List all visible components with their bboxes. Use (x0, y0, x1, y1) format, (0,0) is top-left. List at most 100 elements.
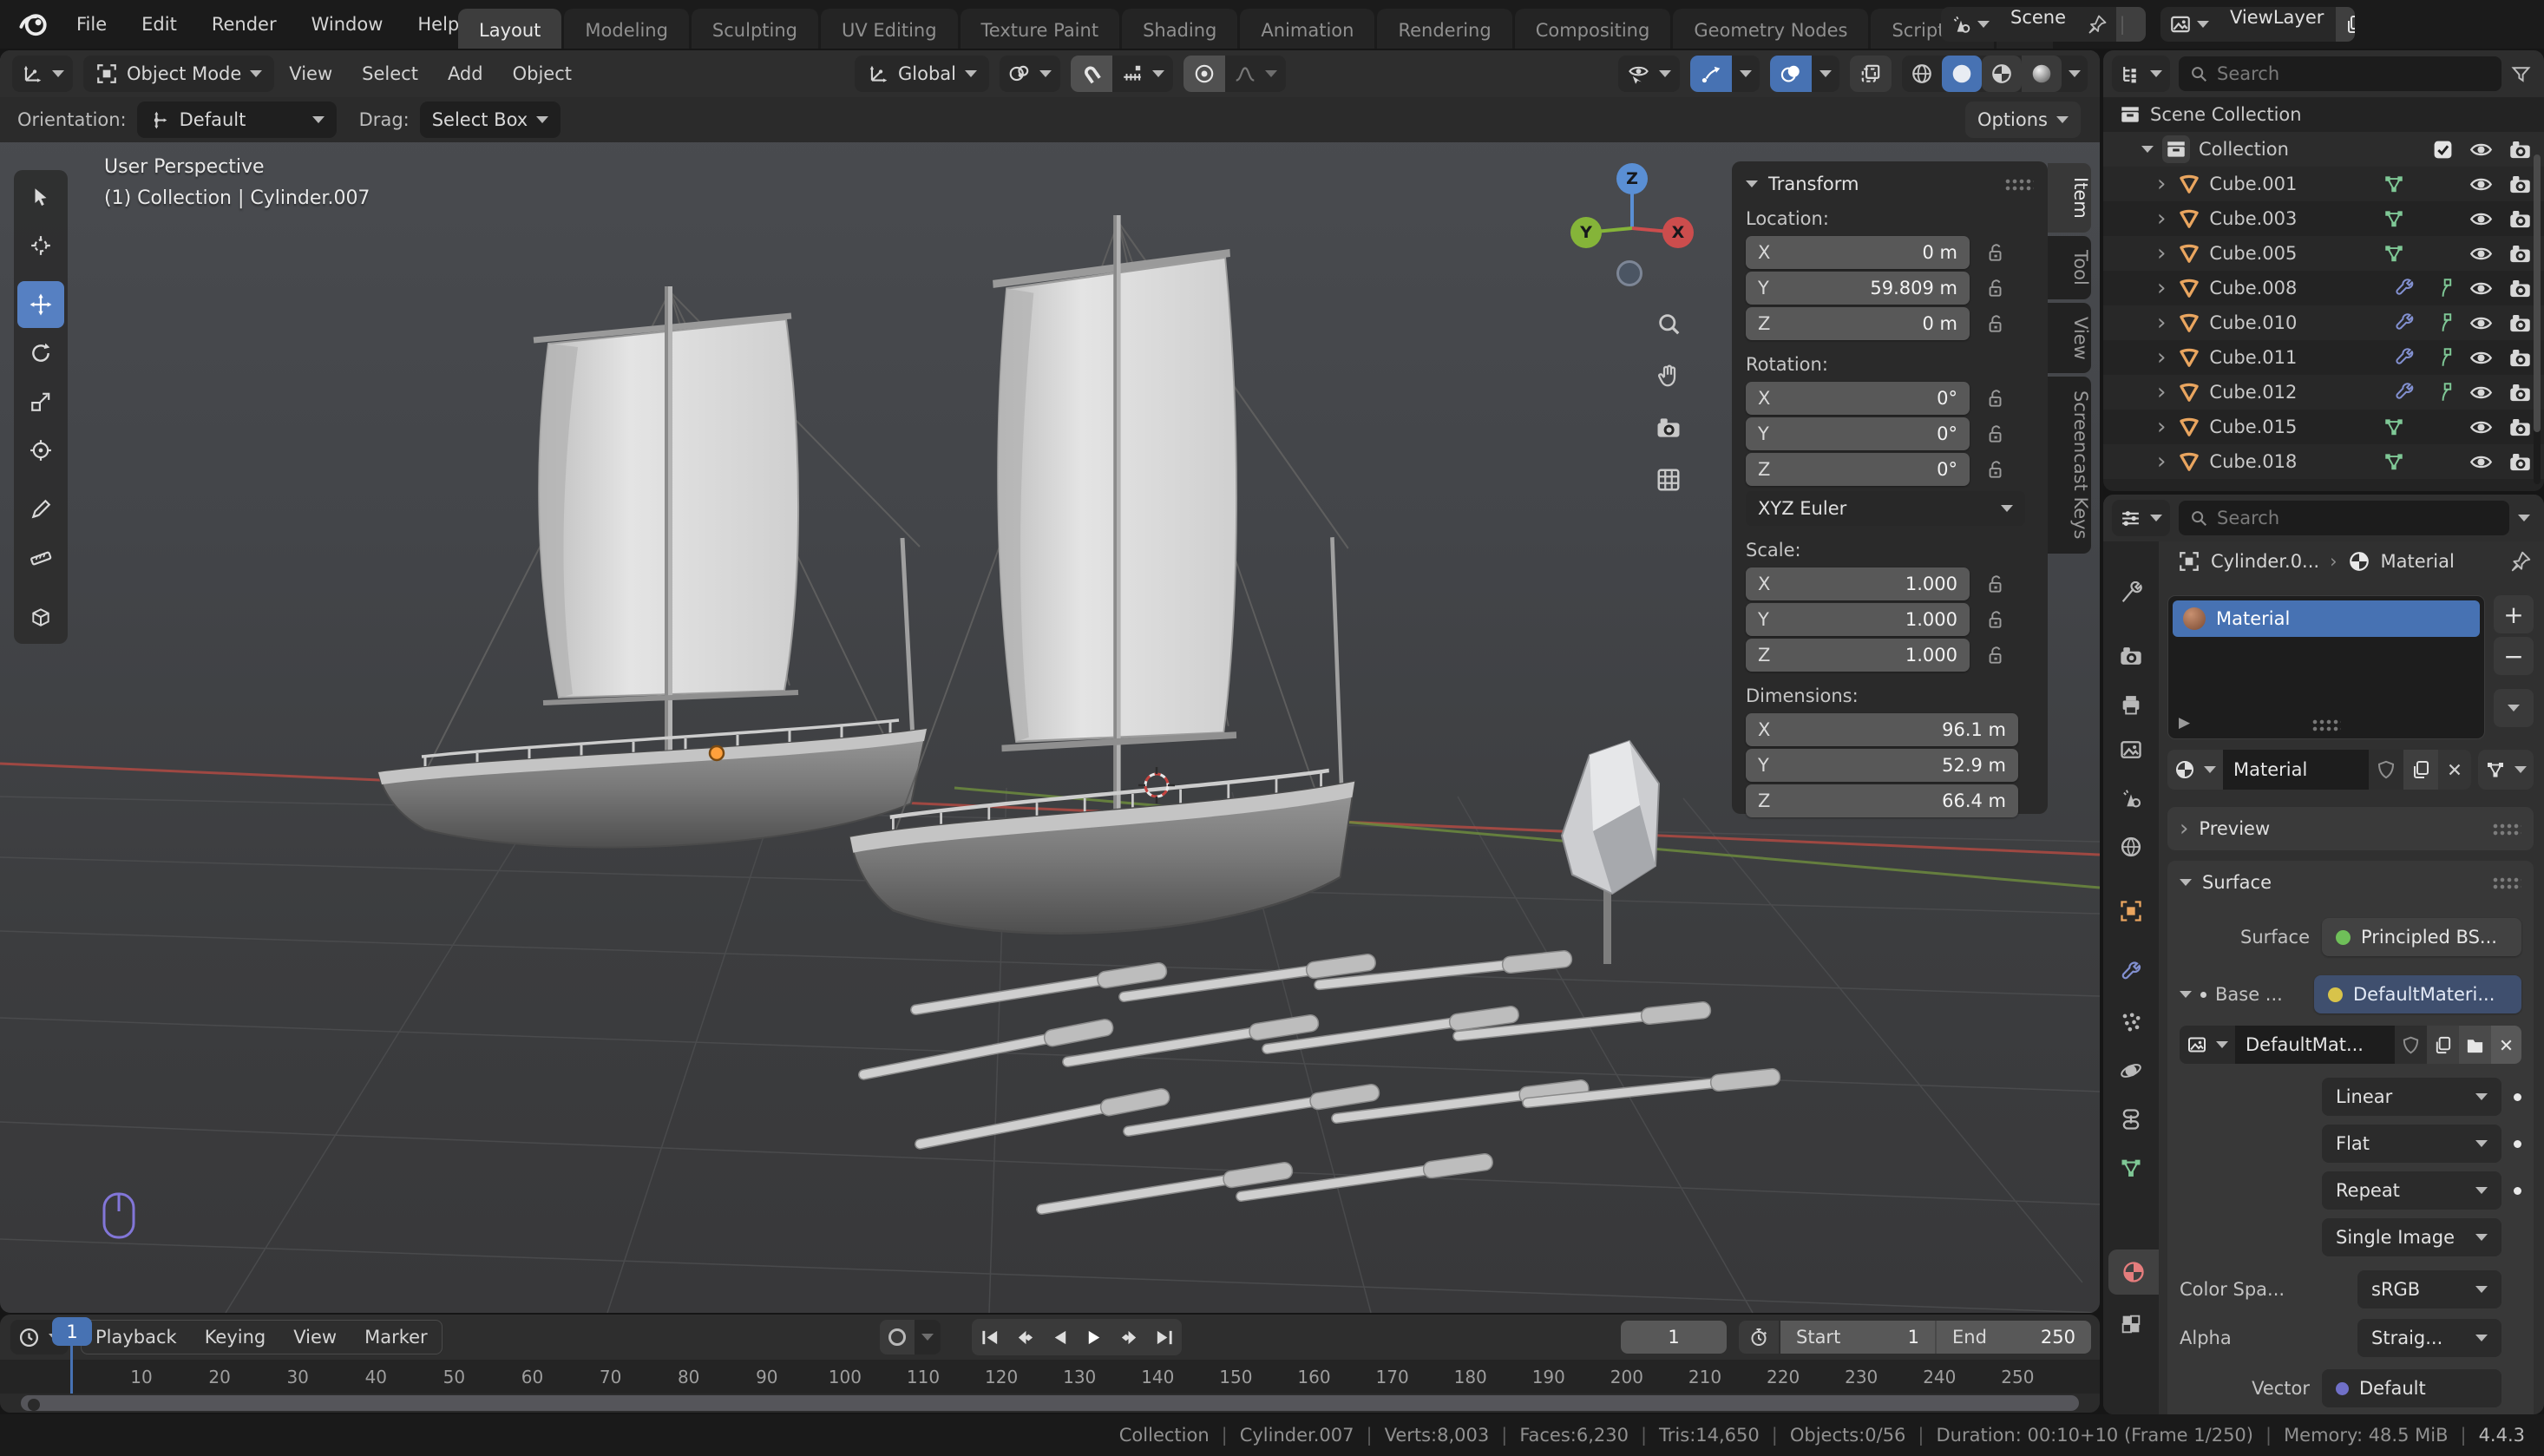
image-name-field[interactable]: DefaultMat... (2235, 1026, 2395, 1064)
number-field[interactable]: Y 1.000 (1746, 603, 1970, 636)
pin-icon[interactable] (2509, 550, 2532, 573)
cursor-tool[interactable] (17, 222, 64, 269)
gizmo-y-axis[interactable]: Y (1570, 217, 1602, 248)
expand-icon[interactable]: › (2157, 242, 2166, 265)
number-field[interactable]: X 96.1 m (1746, 713, 2018, 746)
lock-icon[interactable] (1983, 458, 2006, 481)
number-field[interactable]: Y 0° (1746, 417, 1970, 450)
number-field[interactable]: Y 59.809 m (1746, 272, 1970, 305)
outliner-scrollbar[interactable] (2534, 154, 2541, 484)
jump-to-start-button[interactable] (974, 1321, 1006, 1354)
menu-item[interactable]: Window (294, 0, 401, 49)
tab-physics[interactable] (2103, 1048, 2159, 1093)
xray-toggle[interactable] (1850, 56, 1892, 92)
drag-grip-icon[interactable] (2004, 178, 2034, 191)
extension-dropdown[interactable]: Repeat (2322, 1171, 2501, 1210)
chevron-down-icon[interactable] (2518, 515, 2530, 521)
slot-specials-button[interactable] (2494, 689, 2534, 727)
outliner-search[interactable] (2179, 56, 2501, 91)
camera-icon[interactable] (2508, 173, 2532, 196)
jump-to-end-button[interactable] (1147, 1321, 1180, 1354)
menu-item[interactable]: Edit (124, 0, 194, 49)
collapse-icon[interactable] (2141, 146, 2154, 153)
list-resize-grip[interactable] (2311, 718, 2341, 731)
unlink-image-button[interactable] (2491, 1026, 2521, 1064)
tab-modifiers[interactable] (2103, 949, 2159, 994)
timeline-tracks[interactable] (0, 1394, 2100, 1413)
animate-dot[interactable] (2514, 1093, 2521, 1101)
tab-constraints[interactable] (2103, 1097, 2159, 1142)
lock-icon[interactable] (1983, 387, 2006, 410)
next-keyframe-button[interactable] (1112, 1321, 1145, 1354)
scene-name[interactable]: Scene (1998, 7, 2078, 42)
outliner-row[interactable]: › Cube.015 (2103, 410, 2544, 444)
rock[interactable] (1562, 741, 1659, 964)
source-dropdown[interactable]: Single Image (2322, 1218, 2501, 1256)
material-slot-selected[interactable]: Material (2173, 600, 2480, 637)
workspace-tab[interactable]: Texture Paint (961, 9, 1120, 49)
n-panel-tab[interactable]: Tool (2048, 236, 2091, 299)
viewport-menu-item[interactable]: View (274, 63, 347, 84)
timeline-ruler[interactable]: 1020304050607080901001101201301401501601… (0, 1360, 2100, 1394)
lock-icon[interactable] (1983, 644, 2006, 666)
camera-icon[interactable] (2508, 450, 2532, 474)
play-reverse-button[interactable] (1043, 1321, 1076, 1354)
gizmo-z-axis[interactable]: Z (1616, 163, 1648, 194)
snap-settings-dropdown[interactable] (1112, 56, 1173, 92)
material-slot-list[interactable]: Material ▶ (2167, 595, 2485, 739)
duplicate-image-button[interactable] (2427, 1026, 2459, 1064)
pivot-dropdown[interactable] (1000, 56, 1060, 92)
timeline-menu-item[interactable]: Playback (82, 1321, 191, 1354)
expand-icon[interactable]: › (2157, 416, 2166, 438)
outliner-row[interactable]: › Cube.018 (2103, 444, 2544, 479)
navigation-gizmo[interactable]: Z Y X (1567, 163, 1697, 293)
image-fake-user-button[interactable] (2395, 1026, 2427, 1064)
auto-keyframe-toggle[interactable] (880, 1320, 915, 1354)
camera-icon[interactable] (2508, 416, 2532, 439)
pan-hand-icon[interactable] (1656, 363, 1682, 389)
shading-wireframe-button[interactable] (1902, 56, 1942, 92)
camera-icon[interactable] (2508, 312, 2532, 335)
shading-dropdown[interactable] (2062, 56, 2088, 92)
lock-icon[interactable] (1983, 573, 2006, 595)
gizmo-x-axis[interactable]: X (1662, 217, 1694, 248)
camera-icon[interactable] (2508, 277, 2532, 300)
viewport-3d[interactable]: Object Mode ViewSelectAddObject Global (0, 50, 2100, 1313)
viewlayer-browse-button[interactable] (2160, 7, 2218, 42)
properties-search-input[interactable] (2217, 508, 2499, 528)
checkbox-icon[interactable] (2432, 139, 2454, 161)
menu-item[interactable]: File (59, 0, 124, 49)
animate-dot[interactable] (2514, 1187, 2521, 1195)
timeline-menu-item[interactable]: Marker (351, 1321, 442, 1354)
expand-icon[interactable]: › (2157, 450, 2166, 473)
eye-icon[interactable] (2469, 173, 2493, 196)
camera-view-icon[interactable] (1656, 415, 1682, 441)
camera-icon[interactable] (2508, 346, 2532, 370)
timeline-menu-item[interactable]: View (279, 1321, 351, 1354)
transform-panel-header[interactable]: Transform (1746, 174, 2034, 194)
alpha-dropdown[interactable]: Straig... (2357, 1319, 2501, 1357)
current-frame-indicator[interactable]: 1 (52, 1317, 92, 1346)
new-scene-button[interactable] (2116, 7, 2146, 42)
shading-rendered-button[interactable] (2022, 56, 2062, 92)
outliner-row[interactable]: › Cube.001 (2103, 167, 2544, 201)
menu-item[interactable]: Render (194, 0, 294, 49)
n-panel-tab[interactable]: Item (2048, 163, 2091, 233)
outliner-row[interactable]: › Cube.008 (2103, 271, 2544, 305)
list-expand-icon[interactable]: ▶ (2179, 714, 2190, 731)
scene-collection-row[interactable]: Scene Collection (2103, 97, 2544, 132)
eye-icon[interactable] (2469, 207, 2493, 231)
material-name-field[interactable]: Material (2223, 750, 2369, 790)
browse-material-button[interactable] (2167, 750, 2223, 790)
ship-right[interactable] (850, 215, 1354, 934)
drag-dropdown[interactable]: Select Box (420, 102, 561, 138)
snap-toggle[interactable] (1071, 56, 1112, 92)
annotate-tool[interactable] (17, 486, 64, 533)
lock-icon[interactable] (1983, 277, 2006, 299)
tab-view-layer[interactable] (2103, 727, 2159, 772)
unlink-material-button[interactable] (2438, 750, 2471, 790)
eye-icon[interactable] (2469, 312, 2493, 335)
workspace-tab[interactable]: Layout (458, 9, 561, 49)
breadcrumb-object[interactable]: Cylinder.0... (2211, 551, 2319, 572)
ship-left[interactable] (378, 286, 927, 848)
